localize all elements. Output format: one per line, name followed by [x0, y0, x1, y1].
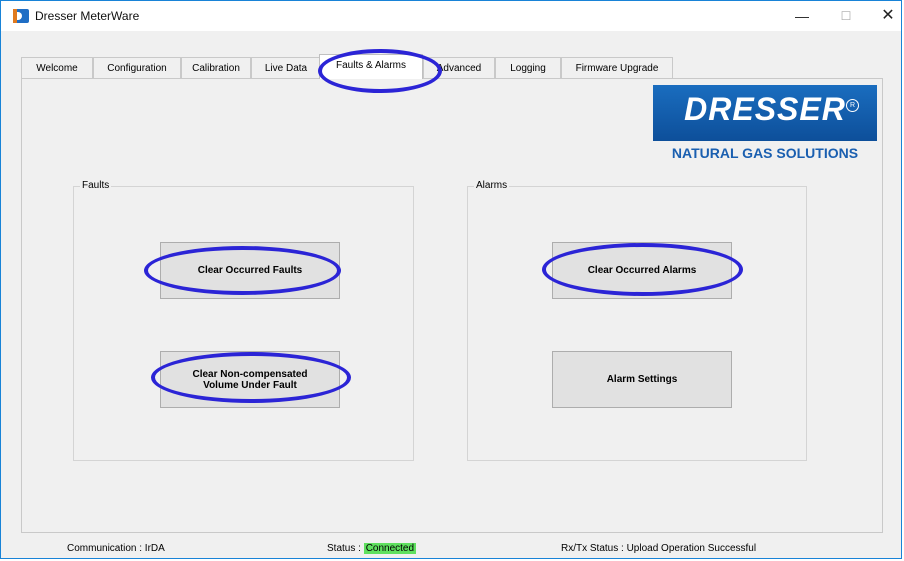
minimize-button[interactable]: — [779, 1, 825, 31]
window-title: Dresser MeterWare [35, 9, 140, 23]
maximize-button[interactable]: ☐ [823, 1, 869, 31]
logo-tagline: NATURAL GAS SOLUTIONS [671, 145, 859, 161]
rxtx-status: Rx/Tx Status : Upload Operation Successf… [561, 543, 757, 554]
faults-group: Faults [73, 180, 414, 461]
dresser-logo: DRESSER R NATURAL GAS SOLUTIONS [653, 85, 877, 165]
tab-logging[interactable]: Logging [495, 57, 561, 78]
app-logo-icon [13, 9, 29, 23]
logo-banner: DRESSER R [653, 85, 877, 141]
tab-advanced[interactable]: Advanced [423, 57, 495, 78]
clear-occurred-faults-label: Clear Occurred Faults [197, 265, 303, 276]
faults-group-label: Faults [80, 180, 112, 191]
clear-occurred-alarms-label: Clear Occurred Alarms [587, 265, 697, 276]
connection-status-label: Status : [327, 543, 361, 554]
connected-badge: Connected [363, 543, 417, 554]
alarm-settings-label: Alarm Settings [606, 374, 678, 385]
tab-live-data[interactable]: Live Data [251, 57, 321, 78]
clear-noncompensated-label-line1: Clear Non-compensated [192, 368, 308, 380]
alarms-group-label: Alarms [474, 180, 510, 191]
tab-firmware-upgrade[interactable]: Firmware Upgrade [561, 57, 673, 78]
clear-noncompensated-volume-button[interactable]: Clear Non-compensated Volume Under Fault [160, 351, 340, 408]
clear-occurred-alarms-button[interactable]: Clear Occurred Alarms [552, 242, 732, 299]
clear-noncompensated-label-line2: Volume Under Fault [203, 379, 297, 391]
tab-calibration[interactable]: Calibration [181, 57, 251, 78]
close-button[interactable]: ✕ [865, 1, 904, 31]
logo-wordmark: DRESSER [684, 91, 846, 127]
alarms-group: Alarms [467, 180, 807, 461]
tab-configuration[interactable]: Configuration [93, 57, 181, 78]
alarm-settings-button[interactable]: Alarm Settings [552, 351, 732, 408]
communication-status: Communication : IrDA [67, 543, 165, 554]
tab-faults-alarms[interactable]: Faults & Alarms [319, 54, 423, 79]
status-bar: Communication : IrDA Status : Connected … [1, 538, 901, 560]
title-bar: Dresser MeterWare — ☐ ✕ [1, 1, 901, 31]
app-window: Dresser MeterWare — ☐ ✕ Welcome Configur… [0, 0, 902, 559]
registered-mark: R [846, 99, 859, 112]
connection-status: Status : Connected [327, 543, 417, 554]
clear-occurred-faults-button[interactable]: Clear Occurred Faults [160, 242, 340, 299]
tab-welcome[interactable]: Welcome [21, 57, 93, 78]
